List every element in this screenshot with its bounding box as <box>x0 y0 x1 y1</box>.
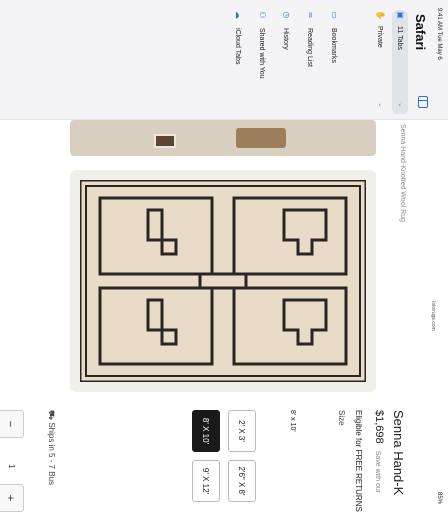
sidebar-toggle-icon[interactable] <box>418 96 428 108</box>
size-option[interactable]: 2' X 3' <box>228 410 256 452</box>
save-text: Save with our <box>374 450 381 494</box>
frame-graphic <box>154 134 176 148</box>
selected-size-text: 8' x 10' <box>289 410 296 432</box>
tab-groups: ▣ 11 Tabs ⌄ ✋ Private ⌄ <box>358 10 408 114</box>
glasses-icon: ∞ <box>306 12 315 18</box>
size-option[interactable]: 2'6" X 8' <box>228 460 256 502</box>
address-bar[interactable]: loloirugs.com <box>420 120 448 512</box>
status-time: 9:41 AM Tue May 6 <box>436 8 442 60</box>
product-title: Senna Hand-K <box>391 410 406 496</box>
sidebar-item-history[interactable]: ◷ History <box>274 10 298 114</box>
price: $1,698 <box>373 410 385 444</box>
plant-graphic <box>236 128 286 148</box>
shipping-label: Ships in 5 - 7 Bus <box>47 422 56 486</box>
decrease-quantity-button[interactable]: − <box>0 410 24 438</box>
tab-group-label: 11 Tabs <box>396 26 404 50</box>
people-icon: ⚇ <box>258 11 267 19</box>
quantity-value: 1 <box>7 464 16 469</box>
status-time-text: 9:41 AM <box>436 8 442 31</box>
chevron-down-icon: ⌄ <box>397 102 404 108</box>
sidebar-item-reading-list[interactable]: ∞ Reading List <box>298 10 322 114</box>
shipping-text: ⛟ Ships in 5 - 7 Bus <box>46 410 56 485</box>
rug-pattern-image <box>80 180 366 382</box>
sidebar-item-icloud-tabs[interactable]: ☁ iCloud Tabs <box>226 10 250 114</box>
sidebar-item-shared[interactable]: ⚇ Shared with You <box>250 10 274 114</box>
sidebar-item-label: History <box>282 28 290 50</box>
clock-icon: ◷ <box>282 11 291 19</box>
chevron-down-icon: ⌄ <box>377 102 384 108</box>
free-returns-text: Eligible for FREE RETURNS <box>354 410 363 512</box>
price-row: $1,698 Save with our <box>373 410 385 512</box>
room-scene-image[interactable] <box>70 120 376 156</box>
increase-quantity-button[interactable]: + <box>0 484 24 512</box>
tabs-icon: ▣ <box>396 11 405 19</box>
truck-icon: ⛟ <box>47 410 56 421</box>
sidebar-nav: ▭ Bookmarks ∞ Reading List ◷ History ⚇ S… <box>226 10 346 114</box>
size-options: 2' X 3' 2'6" X 8' 8' X 10' 9' X 12' <box>146 410 256 512</box>
size-option[interactable]: 9' X 12' <box>192 460 220 502</box>
sidebar-item-label: Bookmarks <box>330 28 338 64</box>
sidebar-item-bookmarks[interactable]: ▭ Bookmarks <box>322 10 346 114</box>
sidebar-item-label: Reading List <box>306 28 314 67</box>
tab-group-tabs[interactable]: ▣ 11 Tabs ⌄ <box>392 10 408 114</box>
size-label: Size <box>337 410 346 426</box>
sidebar-item-label: Shared with You <box>258 28 266 79</box>
hand-icon: ✋ <box>376 10 385 20</box>
breadcrumb: Senna Hand-Knotted Wool Rug <box>399 124 406 222</box>
book-icon: ▭ <box>330 11 339 19</box>
url-text: loloirugs.com <box>430 301 436 331</box>
safari-window: Safari ▣ 11 Tabs ⌄ ✋ Private ⌄ ▭ Bookmar… <box>0 0 448 512</box>
size-option-selected[interactable]: 8' X 10' <box>192 410 220 452</box>
product-main-image[interactable] <box>70 170 376 392</box>
product-panel: Senna Hand-K $1,698 Save with our Eligib… <box>0 410 406 512</box>
sidebar-item-label: iCloud Tabs <box>234 28 242 65</box>
tab-group-label: Private <box>376 26 384 48</box>
sidebar-title: Safari <box>413 14 428 51</box>
sidebar: Safari ▣ 11 Tabs ⌄ ✋ Private ⌄ ▭ Bookmar… <box>0 0 448 120</box>
status-date-text: Tue May 6 <box>436 31 442 60</box>
quantity-stepper: − 1 + <box>0 410 24 512</box>
tab-group-private[interactable]: ✋ Private ⌄ <box>372 10 388 114</box>
cloud-icon: ☁ <box>234 11 243 19</box>
